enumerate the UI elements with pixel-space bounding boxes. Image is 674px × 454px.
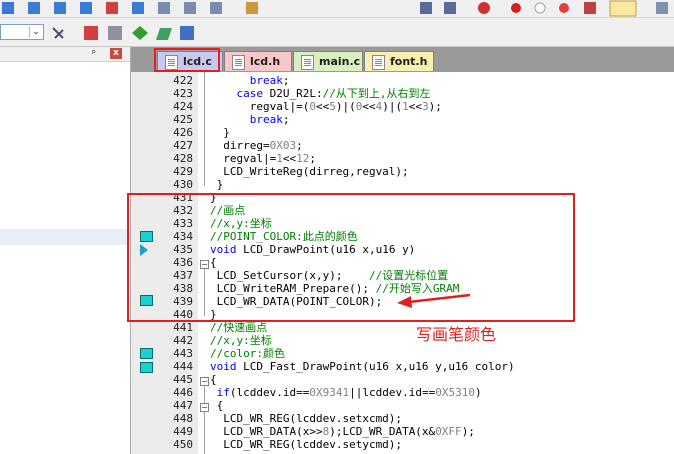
code-line[interactable]: 444 void LCD_Fast_DrawPoint(u16 x,u16 y,u… xyxy=(131,360,674,373)
line-number: 427 xyxy=(173,139,193,152)
editor-tabs: lcd.c lcd.h main.c font.h xyxy=(131,47,674,72)
annotation-arrow-icon xyxy=(397,293,471,308)
line-number: 424 xyxy=(173,100,193,113)
code-line[interactable]: 422 break; xyxy=(131,74,674,87)
toolbar-secondary-icons xyxy=(52,26,194,40)
line-number: 444 xyxy=(173,360,193,373)
code-line[interactable]: 447 { xyxy=(131,399,674,412)
code-text[interactable]: LCD_WR_REG(lcddev.setycmd); xyxy=(210,438,402,451)
code-text[interactable]: //x,y:坐标 xyxy=(210,334,272,347)
code-line[interactable]: 441 //快速画点 xyxy=(131,321,674,334)
code-text[interactable]: regval|=(0<<5)|(0<<4)|(1<<3); xyxy=(210,100,442,113)
tab-font-h[interactable]: font.h xyxy=(364,51,434,71)
line-number: 446 xyxy=(173,386,193,399)
code-text[interactable]: LCD_WR_DATA(x>>8);LCD_WR_DATA(x&0XFF); xyxy=(210,425,475,438)
code-line[interactable]: 425 break; xyxy=(131,113,674,126)
code-line[interactable]: 426 } xyxy=(131,126,674,139)
tab-label: lcd.c xyxy=(183,55,212,68)
line-number: 447 xyxy=(173,399,193,412)
code-text[interactable]: if(lcddev.id==0X9341||lcddev.id==0X5310) xyxy=(210,386,482,399)
target-select[interactable]: ⌄ xyxy=(0,24,44,40)
tab-label: font.h xyxy=(390,55,428,68)
code-line[interactable]: 443 //color:颜色 xyxy=(131,347,674,360)
code-text[interactable]: regval|=1<<12; xyxy=(210,152,316,165)
code-line[interactable]: 427 dirreg=0X03; xyxy=(131,139,674,152)
highlight-box xyxy=(127,193,575,322)
code-text[interactable]: //color:颜色 xyxy=(210,347,285,360)
line-number: 422 xyxy=(173,74,193,87)
line-number: 450 xyxy=(173,438,193,451)
code-line[interactable]: 449 LCD_WR_DATA(x>>8);LCD_WR_DATA(x&0XFF… xyxy=(131,425,674,438)
project-icons[interactable] xyxy=(52,26,194,40)
file-icon xyxy=(301,55,314,70)
file-icon xyxy=(165,55,178,70)
file-icon xyxy=(372,55,385,70)
toolbar-top-icons xyxy=(2,0,668,17)
code-line[interactable]: 446 if(lcddev.id==0X9341||lcddev.id==0X5… xyxy=(131,386,674,399)
line-number: 448 xyxy=(173,412,193,425)
project-tree-selection[interactable] xyxy=(0,229,130,245)
project-panel: ᵖ x xyxy=(0,47,131,454)
tab-label: main.c xyxy=(319,55,361,68)
code-text[interactable]: case D2U_R2L://从下到上,从右到左 xyxy=(210,87,431,100)
line-number: 442 xyxy=(173,334,193,347)
right-toolbar-icons[interactable] xyxy=(420,0,668,17)
tab-lcd-h[interactable]: lcd.h xyxy=(224,51,292,71)
line-number: 423 xyxy=(173,87,193,100)
toolbar-top xyxy=(0,0,674,18)
code-text[interactable]: } xyxy=(210,126,230,139)
annotation-text: 写画笔颜色 xyxy=(416,325,497,344)
code-line[interactable]: 424 regval|=(0<<5)|(0<<4)|(1<<3); xyxy=(131,100,674,113)
chevron-down-icon[interactable]: ⌄ xyxy=(29,26,42,38)
code-line[interactable]: 442 //x,y:坐标 xyxy=(131,334,674,347)
project-panel-titlebar: ᵖ x xyxy=(0,47,130,62)
tab-label: lcd.h xyxy=(250,55,281,68)
tab-lcd-c[interactable]: lcd.c xyxy=(157,51,223,71)
code-text[interactable]: LCD_WR_REG(lcddev.setxcmd); xyxy=(210,412,402,425)
code-line[interactable]: 450 LCD_WR_REG(lcddev.setycmd); xyxy=(131,438,674,451)
code-text[interactable]: LCD_WriteReg(dirreg,regval); xyxy=(210,165,408,178)
code-text[interactable]: { xyxy=(210,399,224,412)
code-text[interactable]: break; xyxy=(210,113,290,126)
arrow-icons[interactable] xyxy=(2,2,258,14)
code-text[interactable]: void LCD_Fast_DrawPoint(u16 x,u16 y,u16 … xyxy=(210,360,515,373)
code-text[interactable]: dirreg=0X03; xyxy=(210,139,303,152)
pin-icon[interactable]: ᵖ xyxy=(92,49,96,59)
close-icon[interactable]: x xyxy=(110,48,122,59)
line-number: 430 xyxy=(173,178,193,191)
code-line[interactable]: 428 regval|=1<<12; xyxy=(131,152,674,165)
code-text[interactable]: break; xyxy=(210,74,290,87)
code-line[interactable]: 448 LCD_WR_REG(lcddev.setxcmd); xyxy=(131,412,674,425)
code-text[interactable]: //快速画点 xyxy=(210,321,267,334)
code-line[interactable]: 423 case D2U_R2L://从下到上,从右到左 xyxy=(131,87,674,100)
code-line[interactable]: 429 LCD_WriteReg(dirreg,regval); xyxy=(131,165,674,178)
line-number: 428 xyxy=(173,152,193,165)
line-number: 443 xyxy=(173,347,193,360)
code-text[interactable]: } xyxy=(210,178,224,191)
line-number: 449 xyxy=(173,425,193,438)
code-line[interactable]: 445 { xyxy=(131,373,674,386)
file-icon xyxy=(232,55,245,70)
code-line[interactable]: 430 } xyxy=(131,178,674,191)
line-number: 441 xyxy=(173,321,193,334)
toolbar-secondary xyxy=(0,18,674,47)
line-number: 425 xyxy=(173,113,193,126)
tab-main-c[interactable]: main.c xyxy=(293,51,363,71)
line-number: 429 xyxy=(173,165,193,178)
code-text[interactable]: { xyxy=(210,373,217,386)
line-number: 426 xyxy=(173,126,193,139)
line-number: 445 xyxy=(173,373,193,386)
